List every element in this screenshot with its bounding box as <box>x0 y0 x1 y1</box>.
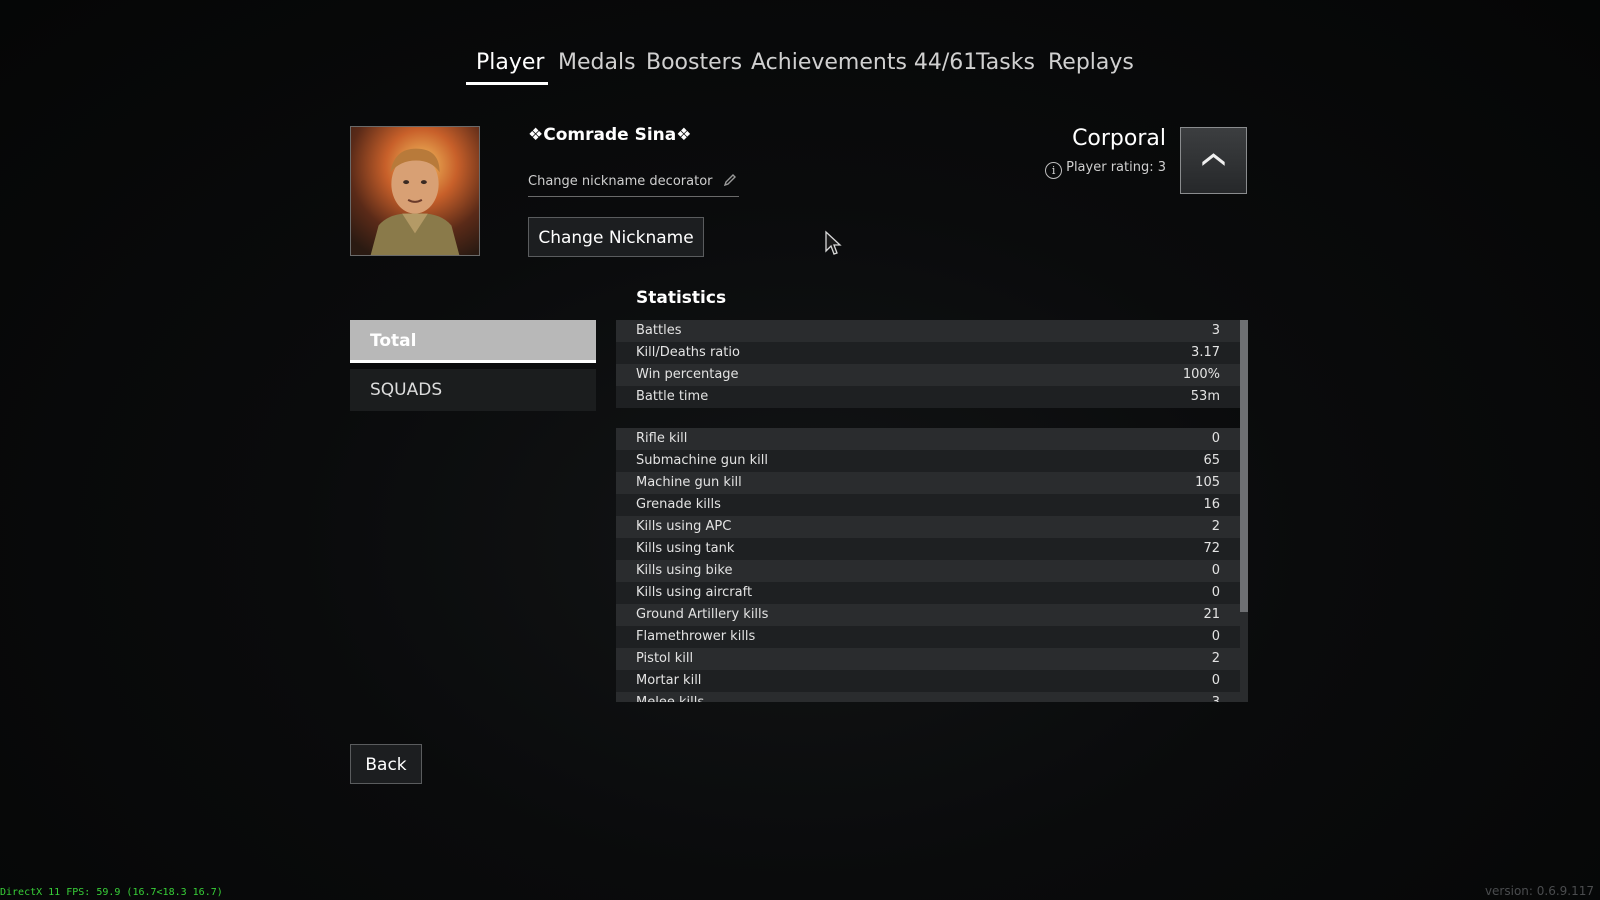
stat-value: 65 <box>1203 453 1220 468</box>
stat-value: 53m <box>1190 389 1220 404</box>
statistics-panel[interactable]: Battles 3 Kill/Deaths ratio 3.17 Win perce… <box>616 320 1241 702</box>
stat-row: Submachine gun kill 65 <box>616 450 1240 472</box>
player-rating-label: Player rating: 3 <box>1066 160 1166 175</box>
stat-value: 16 <box>1203 497 1220 512</box>
stat-label: Rifle kill <box>636 431 688 446</box>
stat-group-gap <box>616 408 1240 428</box>
stat-value: 0 <box>1211 585 1220 600</box>
stat-row: Flamethrower kills 0 <box>616 626 1240 648</box>
stat-row: Kill/Deaths ratio 3.17 <box>616 342 1240 364</box>
stat-label: Kill/Deaths ratio <box>636 345 740 360</box>
change-nickname-decorator-link[interactable]: Change nickname decorator <box>528 173 739 197</box>
stat-row: Battles 3 <box>616 320 1240 342</box>
stat-value: 0 <box>1211 431 1220 446</box>
tab-achievements[interactable]: Achievements 44/61 <box>751 46 977 86</box>
info-icon[interactable]: i <box>1045 162 1063 179</box>
stat-label: Flamethrower kills <box>636 629 756 644</box>
stat-value: 3.17 <box>1191 345 1220 360</box>
tab-player[interactable]: Player <box>476 46 544 86</box>
stat-label: Battle time <box>636 389 709 404</box>
rank-title: Corporal <box>1072 126 1166 151</box>
stat-row: Kills using aircraft 0 <box>616 582 1240 604</box>
stat-row: Machine gun kill 105 <box>616 472 1240 494</box>
tab-boosters[interactable]: Boosters <box>646 46 742 86</box>
stat-value: 2 <box>1211 651 1220 666</box>
stat-value: 2 <box>1211 519 1220 534</box>
stat-label: Pistol kill <box>636 651 694 666</box>
stat-row: Mortar kill 0 <box>616 670 1240 692</box>
stat-label: Grenade kills <box>636 497 721 512</box>
stat-value: 0 <box>1211 629 1220 644</box>
stat-value: 3 <box>1212 692 1220 702</box>
statistics-title: Statistics <box>636 288 727 308</box>
stat-label: Machine gun kill <box>636 475 742 490</box>
mouse-cursor-icon <box>825 230 842 255</box>
stat-label: Win percentage <box>636 367 739 382</box>
stat-value: 100% <box>1182 367 1220 382</box>
stat-row: Grenade kills 16 <box>616 494 1240 516</box>
active-tab-underline <box>466 82 548 85</box>
stat-row: Kills using tank 72 <box>616 538 1240 560</box>
stat-value: 105 <box>1195 475 1220 490</box>
stat-value: 72 <box>1203 541 1220 556</box>
player-avatar[interactable] <box>350 126 480 256</box>
stat-label: Kills using tank <box>636 541 735 556</box>
statistics-scrollbar-thumb[interactable] <box>1240 320 1248 612</box>
stat-value: 0 <box>1211 563 1220 578</box>
stat-label: Kills using APC <box>636 519 732 534</box>
avatar-portrait <box>351 127 479 255</box>
stat-row: Kills using APC 2 <box>616 516 1240 538</box>
change-nickname-button[interactable]: Change Nickname <box>528 217 704 257</box>
stat-label: Mortar kill <box>636 673 702 688</box>
tab-replays[interactable]: Replays <box>1048 46 1134 86</box>
back-button[interactable]: Back <box>350 744 422 784</box>
stat-label: Battles <box>636 323 682 338</box>
tab-tasks[interactable]: Tasks <box>976 46 1035 86</box>
stat-label: Kills using aircraft <box>636 585 753 600</box>
stat-label: Submachine gun kill <box>636 453 768 468</box>
top-tab-bar: Player Medals Boosters Achievements 44/6… <box>0 46 1600 90</box>
stat-label: Kills using bike <box>636 563 733 578</box>
decorator-label: Change nickname decorator <box>528 174 713 189</box>
rank-badge[interactable] <box>1180 127 1247 194</box>
stat-value: 3 <box>1211 323 1220 338</box>
player-rating[interactable]: i Player rating: 3 <box>1045 160 1166 179</box>
stat-row: Ground Artillery kills 21 <box>616 604 1240 626</box>
version-label: version: 0.6.9.117 <box>1484 884 1594 898</box>
stat-label: Melee kills <box>636 692 704 702</box>
fps-counter: DirectX 11 FPS: 59.9 (16.7<18.3 16.7) <box>0 887 223 898</box>
stat-row: Kills using bike 0 <box>616 560 1240 582</box>
stat-row: Pistol kill 2 <box>616 648 1240 670</box>
stat-value: 21 <box>1203 607 1220 622</box>
chevron-rank-icon <box>1202 153 1225 166</box>
tab-medals[interactable]: Medals <box>558 46 636 86</box>
category-squads[interactable]: SQUADS <box>350 369 596 411</box>
category-total[interactable]: Total <box>350 320 596 363</box>
pencil-icon <box>723 174 736 187</box>
stat-row: Win percentage 100% <box>616 364 1240 386</box>
player-nickname: ❖Comrade Sina❖ <box>528 125 692 145</box>
stat-label: Ground Artillery kills <box>636 607 769 622</box>
stat-value: 0 <box>1211 673 1220 688</box>
stat-row: Battle time 53m <box>616 386 1240 408</box>
stat-row: Melee kills 3 <box>616 692 1240 702</box>
stat-row: Rifle kill 0 <box>616 428 1240 450</box>
statistics-list: Battles 3 Kill/Deaths ratio 3.17 Win perce… <box>616 320 1240 702</box>
